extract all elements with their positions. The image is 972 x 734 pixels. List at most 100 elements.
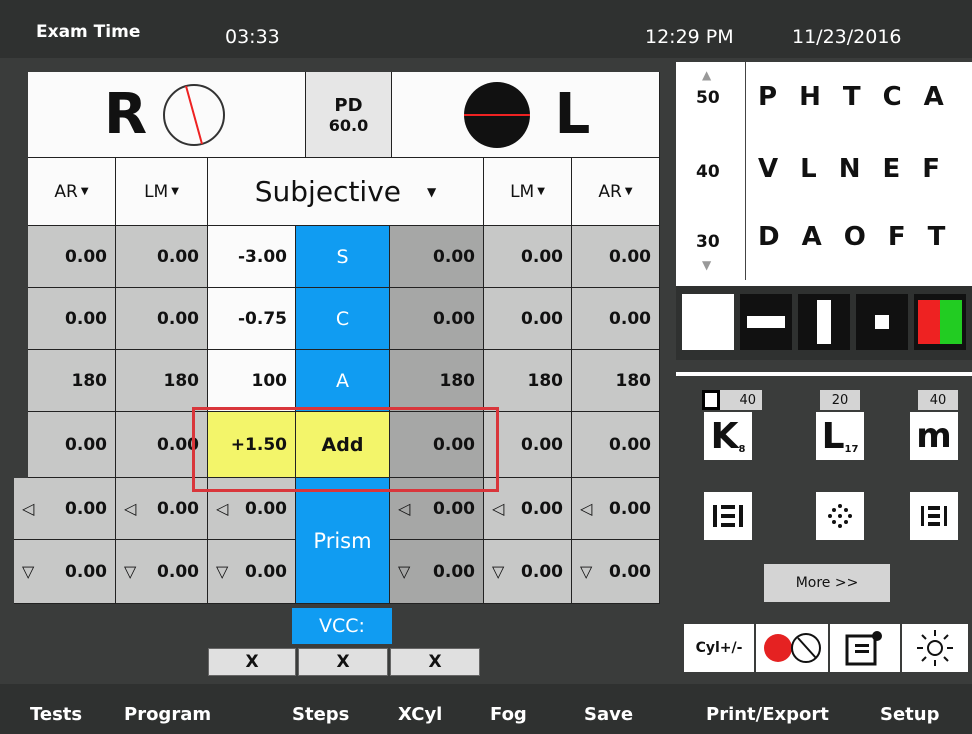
more-tests-button[interactable]: More >> [764,564,890,602]
test-k-button[interactable]: K8 [704,412,752,460]
vcc-both-toggle[interactable]: X [298,648,388,676]
mask-row-button[interactable] [740,294,792,350]
menu-steps[interactable]: Steps [292,704,349,725]
ar-right-sphere[interactable]: 0.00 [28,226,116,288]
menu-setup[interactable]: Setup [880,704,939,725]
chart-row-50: PHTCA [758,82,944,112]
subjective-left-axis[interactable]: 180 [390,350,484,412]
sphere-param-button[interactable]: S [296,226,390,288]
lm-right-cylinder[interactable]: 0.00 [116,288,208,350]
vcc-right-toggle[interactable]: X [208,648,296,676]
ar-left-sphere[interactable]: 0.00 [572,226,660,288]
subjective-left-prism-vertical[interactable]: ▽ 0.00 [390,540,484,604]
left-eye-label: L [554,82,591,147]
chevron-down-icon: ▼ [80,186,89,197]
triangle-left-icon: ◁ [398,499,411,518]
scroll-up-icon[interactable]: ▲ [702,68,711,82]
lm-left-prism-vertical[interactable]: ▽ 0.00 [484,540,572,604]
menu-program[interactable]: Program [124,704,211,725]
subjective-left-sphere[interactable]: 0.00 [390,226,484,288]
vcc-label[interactable]: VCC: [292,608,392,644]
test-bracket-e-icon[interactable] [704,492,752,540]
ar-left-axis[interactable]: 180 [572,350,660,412]
ar-right-prism-horizontal[interactable]: ◁ 0.00 [14,478,116,540]
brightness-button[interactable] [902,624,968,672]
subjective-right-prism-vertical[interactable]: ▽ 0.00 [208,540,296,604]
lm-left-add[interactable]: 0.00 [484,412,572,478]
prism-param-button[interactable]: Prism [296,478,390,604]
lm-left-prism-horizontal[interactable]: ◁ 0.00 [484,478,572,540]
menu-print-export[interactable]: Print/Export [706,704,829,725]
mask-full-button[interactable] [682,294,734,350]
subjective-left-prism-horizontal[interactable]: ◁ 0.00 [390,478,484,540]
subjective-right-sphere[interactable]: -3.00 [208,226,296,288]
letter-chart[interactable]: PHTCA VLNEF DAOFT [748,62,972,280]
lm-left-axis[interactable]: 180 [484,350,572,412]
ar-left-add[interactable]: 0.00 [572,412,660,478]
add-param-button[interactable]: Add [296,412,390,478]
column-header-lm-right[interactable]: LM ▼ [116,158,208,226]
bottom-menu: Tests Program Steps XCyl Fog Save Print/… [0,684,972,734]
date: 11/23/2016 [792,26,902,48]
test-l-button[interactable]: L 17 [816,412,864,460]
lm-right-axis[interactable]: 180 [116,350,208,412]
ar-right-axis[interactable]: 180 [28,350,116,412]
triangle-down-icon: ▽ [124,562,137,581]
pd-display[interactable]: PD 60.0 [306,72,392,158]
ar-right-add[interactable]: 0.00 [28,412,116,478]
red-green-filter-button[interactable] [756,624,828,672]
ar-right-prism-vertical[interactable]: ▽ 0.00 [14,540,116,604]
menu-fog[interactable]: Fog [490,704,527,725]
left-eye-header[interactable]: L [392,72,660,158]
test-m-button[interactable]: m [910,412,958,460]
mask-red-green-button[interactable] [914,294,966,350]
subjective-right-add[interactable]: +1.50 [208,412,296,478]
menu-save[interactable]: Save [584,704,633,725]
red-green-dots-icon [764,633,821,663]
test-bracket-e-small-icon[interactable] [910,492,958,540]
triangle-down-icon: ▽ [580,562,593,581]
right-eye-axis-icon [163,83,226,146]
triangle-down-icon: ▽ [216,562,229,581]
column-header-ar-left[interactable]: AR ▼ [572,158,660,226]
mask-selector [676,286,972,360]
test-size-l: 20 [820,390,860,410]
right-eye-header[interactable]: R [28,72,306,158]
pd-value: 60.0 [328,115,369,135]
triangle-left-icon: ◁ [492,499,505,518]
cyl-sign-toggle-button[interactable]: Cyl+/- [684,624,754,672]
lm-right-prism-vertical[interactable]: ▽ 0.00 [116,540,208,604]
menu-xcyl[interactable]: XCyl [398,704,442,725]
column-header-ar-right[interactable]: AR ▼ [28,158,116,226]
subjective-left-cylinder[interactable]: 0.00 [390,288,484,350]
lm-right-add[interactable]: 0.00 [116,412,208,478]
test-selection-panel: 40 20 40 K8 L 17 m More >> [676,372,972,612]
chart-settings-icon [845,631,882,666]
test-dot-pattern-icon[interactable] [816,492,864,540]
scroll-down-icon[interactable]: ▼ [702,258,711,272]
menu-tests[interactable]: Tests [30,704,82,725]
column-header-lm-left[interactable]: LM ▼ [484,158,572,226]
lm-right-sphere[interactable]: 0.00 [116,226,208,288]
mask-single-button[interactable] [856,294,908,350]
chart-settings-button[interactable] [830,624,900,672]
subjective-left-add[interactable]: 0.00 [390,412,484,478]
column-header-subjective[interactable]: Subjective ▼ [208,158,484,226]
ar-left-prism-vertical[interactable]: ▽ 0.00 [572,540,660,604]
subjective-right-prism-horizontal[interactable]: ◁ 0.00 [208,478,296,540]
subjective-right-axis[interactable]: 100 [208,350,296,412]
triangle-down-icon: ▽ [22,562,35,581]
lm-left-cylinder[interactable]: 0.00 [484,288,572,350]
lm-left-sphere[interactable]: 0.00 [484,226,572,288]
lm-right-prism-horizontal[interactable]: ◁ 0.00 [116,478,208,540]
mask-column-button[interactable] [798,294,850,350]
ar-left-prism-horizontal[interactable]: ◁ 0.00 [572,478,660,540]
ar-left-cylinder[interactable]: 0.00 [572,288,660,350]
chevron-down-icon: ▼ [537,186,545,197]
subjective-right-cylinder[interactable]: -0.75 [208,288,296,350]
ar-right-cylinder[interactable]: 0.00 [28,288,116,350]
left-eye-occluded-icon [463,81,530,148]
cylinder-param-button[interactable]: C [296,288,390,350]
axis-param-button[interactable]: A [296,350,390,412]
vcc-left-toggle[interactable]: X [390,648,480,676]
